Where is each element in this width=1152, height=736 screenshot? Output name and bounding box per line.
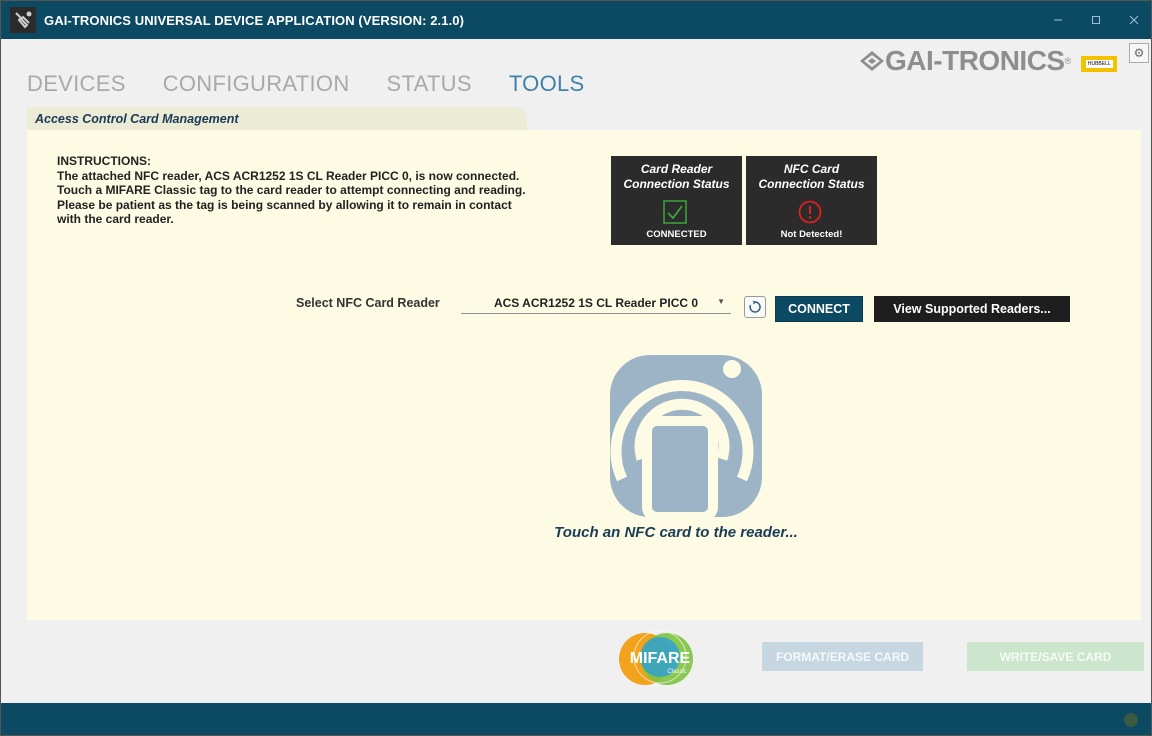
instructions-line: Please be patient as the tag is being sc… [57,197,512,212]
hubbell-logo: HUBBELL [1081,56,1118,72]
instructions-line: with the card reader. [57,212,174,227]
instructions-block: INSTRUCTIONS: The attached NFC reader, A… [57,154,617,227]
section-tab[interactable]: Access Control Card Management [27,107,527,131]
nfc-card-status: NFC Card Connection Status Not Detected! [746,156,877,245]
nav-status[interactable]: STATUS [387,71,472,97]
chevron-down-icon: ▼ [717,297,725,306]
maximize-button[interactable] [1077,1,1115,39]
card-reader-status: Card Reader Connection Status CONNECTED [611,156,742,245]
reader-select-value: ACS ACR1252 1S CL Reader PICC 0 [493,295,699,310]
status-heading-line: Connection Status [758,177,865,191]
nav-configuration[interactable]: CONFIGURATION [163,71,350,97]
card-reader-state: CONNECTED [646,229,707,240]
instructions-heading: INSTRUCTIONS: [57,154,151,168]
logo-text: GAI-TRONICS [885,45,1065,76]
instructions-line: Touch a MIFARE Classic tag to the card r… [57,183,526,198]
main-nav: DEVICES CONFIGURATION STATUS TOOLS [27,71,622,97]
nfc-card-status-heading: NFC Card Connection Status [746,162,877,192]
card-reader-status-heading: Card Reader Connection Status [611,162,742,192]
touch-card-prompt: Touch an NFC card to the reader... [554,524,798,541]
window-title: GAI-TRONICS UNIVERSAL DEVICE APPLICATION… [44,12,465,28]
logo-registered-mark: ® [1064,56,1072,66]
refresh-icon [749,300,761,313]
reader-select-label: Select NFC Card Reader [296,296,440,310]
status-heading-line: Connection Status [623,177,730,191]
logo-mark-icon [860,51,884,71]
settings-button[interactable]: ⚙ [1129,43,1149,63]
close-button[interactable] [1115,1,1151,39]
gear-icon: ⚙ [1133,46,1145,60]
write-save-card-button[interactable]: WRITE/SAVE CARD [967,642,1144,671]
app-window: GAI-TRONICS UNIVERSAL DEVICE APPLICATION… [0,0,1152,736]
status-indicator-icon [1124,713,1138,727]
minimize-button[interactable] [1039,1,1077,39]
nfc-reader-icon [610,355,762,521]
mifare-text: MIFARE [630,650,691,667]
nfc-card-state: Not Detected! [780,229,843,240]
nav-tools[interactable]: TOOLS [509,71,585,97]
reader-select-dropdown[interactable]: ACS ACR1252 1S CL Reader PICC 0 ▼ [461,292,731,314]
format-erase-card-button[interactable]: FORMAT/ERASE CARD [762,642,923,671]
mifare-sub-text: Classic [667,669,686,675]
window-controls [1039,1,1151,39]
check-icon [663,200,687,224]
nav-devices[interactable]: DEVICES [27,71,126,97]
hubbell-text: HUBBELL [1085,60,1113,68]
refresh-button[interactable] [744,296,766,318]
status-heading-line: NFC Card [783,162,840,176]
instructions-line: The attached NFC reader, ACS ACR1252 1S … [57,168,520,183]
section-title: Access Control Card Management [35,112,239,126]
title-bar[interactable]: GAI-TRONICS UNIVERSAL DEVICE APPLICATION… [1,1,1151,39]
status-bar [1,703,1151,735]
connect-button[interactable]: CONNECT [775,296,863,322]
status-heading-line: Card Reader [640,162,713,176]
app-icon [10,7,36,33]
mifare-classic-logo: MIFARE Classic [619,630,693,685]
card-management-panel: INSTRUCTIONS: The attached NFC reader, A… [27,130,1141,620]
gai-tronics-logo: GAI-TRONICS ® HUBBELL [859,45,1118,77]
alert-icon [798,200,822,224]
view-supported-readers-button[interactable]: View Supported Readers... [874,296,1070,322]
